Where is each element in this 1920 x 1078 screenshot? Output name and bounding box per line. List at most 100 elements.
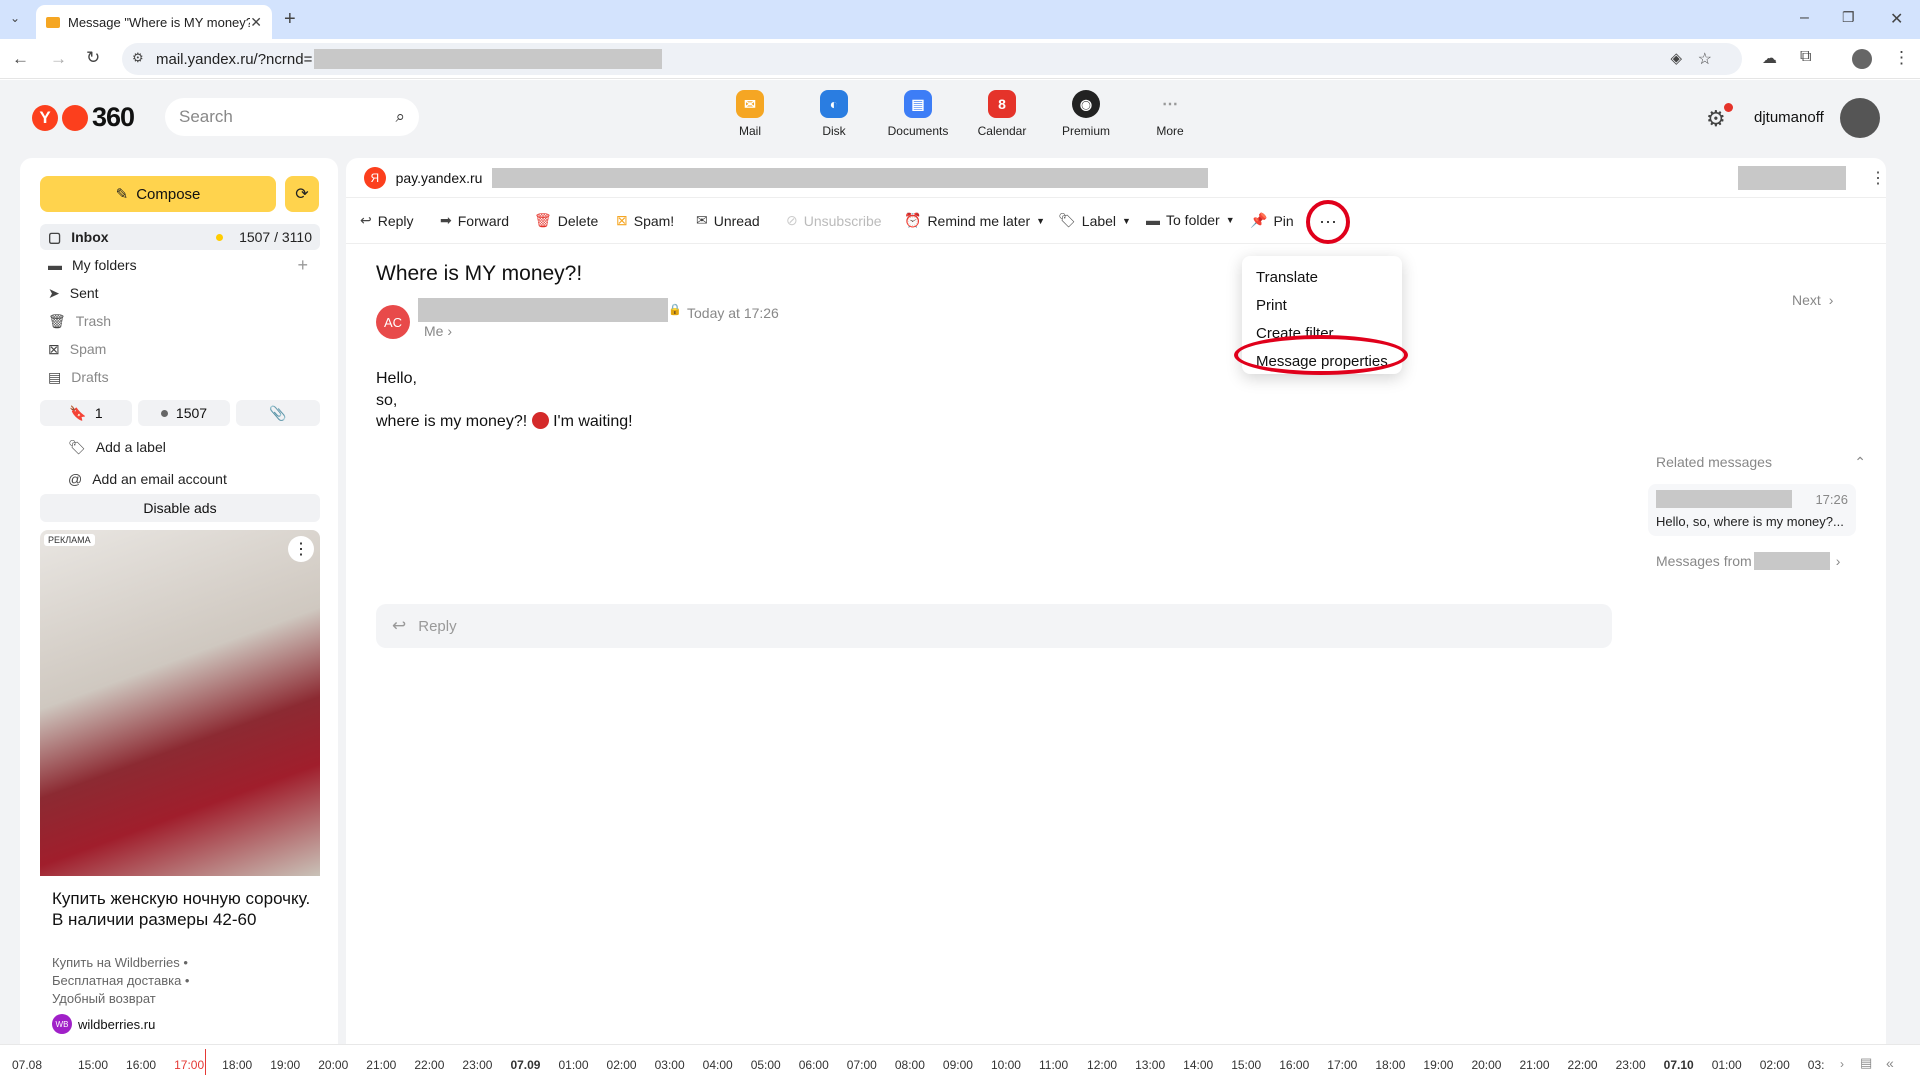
address-bar[interactable]: ⚙ mail.yandex.ru/?ncrnd= ☆ ◈ [122, 43, 1742, 75]
timeline-tick[interactable]: 01:00 [1712, 1058, 1742, 1072]
add-label-link[interactable]: 🏷 Add a label [60, 434, 338, 460]
yandex-360-logo[interactable]: Y 360 [32, 102, 135, 133]
timeline-tick[interactable]: 07.09 [510, 1058, 540, 1072]
service-more[interactable]: ⋯ More [1130, 90, 1210, 146]
messages-from-link[interactable]: Messages from › [1656, 552, 1866, 570]
sidebar-item-spam[interactable]: ⊠ Spam [40, 336, 320, 362]
unread-button[interactable]: ✉ Unread [696, 212, 760, 229]
ad-domain[interactable]: WB wildberries.ru [52, 1014, 155, 1034]
to-folder-button[interactable]: ▬ To folder ▼ [1146, 212, 1235, 228]
timeline-tick[interactable]: 11:00 [1039, 1058, 1068, 1072]
timeline-tick[interactable]: 16:00 [126, 1058, 156, 1072]
timeline-tick[interactable]: 03: [1808, 1058, 1825, 1072]
timeline-tick[interactable]: 23:00 [462, 1058, 492, 1072]
timeline-tick[interactable]: 12:00 [1087, 1058, 1117, 1072]
user-avatar[interactable] [1840, 98, 1880, 138]
timeline-tick[interactable]: 04:00 [703, 1058, 733, 1072]
timeline-tick[interactable]: 14:00 [1183, 1058, 1213, 1072]
refresh-button[interactable]: ⟳ [285, 176, 319, 212]
disable-ads-button[interactable]: Disable ads [40, 494, 320, 522]
more-actions-button[interactable]: ⋯ [1306, 200, 1350, 244]
forward-button[interactable]: ➡ Forward [440, 212, 509, 229]
reload-icon[interactable]: ↻ [86, 48, 100, 68]
reply-button[interactable]: ↩ Reply [360, 212, 414, 229]
timeline-tick[interactable]: 07.08 [12, 1058, 42, 1072]
timeline-tick[interactable]: 21:00 [366, 1058, 396, 1072]
sender-avatar[interactable]: AC [376, 305, 410, 339]
menu-item-print[interactable]: Print [1242, 292, 1402, 320]
menu-item-translate[interactable]: Translate [1242, 264, 1402, 292]
window-close-icon[interactable]: ✕ [1890, 9, 1903, 29]
minimize-icon[interactable]: – [1800, 9, 1809, 27]
username[interactable]: djtumanoff [1754, 109, 1824, 126]
next-message-link[interactable]: Next › [1792, 292, 1833, 308]
timeline-tick[interactable]: 18:00 [1375, 1058, 1405, 1072]
timeline-next-icon[interactable]: › [1840, 1057, 1844, 1071]
related-message-item[interactable]: 17:26 Hello, so, where is my money?... [1648, 484, 1856, 536]
timeline-tick[interactable]: 20:00 [318, 1058, 348, 1072]
browser-menu-icon[interactable]: ⋮ [1893, 48, 1910, 68]
timeline-tick[interactable]: 02:00 [607, 1058, 637, 1072]
message-menu-icon[interactable]: ⋮ [1870, 168, 1886, 188]
add-email-account-link[interactable]: @ Add an email account [60, 466, 338, 492]
timeline-tick[interactable]: 03:00 [655, 1058, 685, 1072]
sidebar-item-sent[interactable]: ➤ Sent [40, 280, 320, 306]
tab-list-icon[interactable]: ⌄ [10, 11, 20, 25]
sender-domain[interactable]: pay.yandex.ru [396, 170, 483, 186]
timeline-tick[interactable]: 02:00 [1760, 1058, 1790, 1072]
service-mail[interactable]: ✉ Mail [710, 90, 790, 146]
timeline-tick[interactable]: 07:00 [847, 1058, 877, 1072]
timeline-tick[interactable]: 10:00 [991, 1058, 1021, 1072]
timeline-tick[interactable]: 16:00 [1279, 1058, 1309, 1072]
timeline-tick[interactable]: 15:00 [1231, 1058, 1261, 1072]
forward-icon[interactable]: → [50, 49, 67, 69]
timeline-tick[interactable]: 01:00 [559, 1058, 589, 1072]
browser-tab[interactable]: Message "Where is MY money?! ✕ [36, 5, 272, 39]
service-calendar[interactable]: 8 Calendar [962, 90, 1042, 146]
ad-image[interactable]: РЕКЛАМА ⋮ [40, 530, 320, 876]
timeline-tick[interactable]: 20:00 [1471, 1058, 1501, 1072]
timeline-tick[interactable]: 19:00 [1423, 1058, 1453, 1072]
sidebar-item-drafts[interactable]: ▤ Drafts [40, 364, 320, 390]
timeline-tick[interactable]: 22:00 [1568, 1058, 1598, 1072]
spam-button[interactable]: ⊠ Spam! [616, 212, 674, 229]
search-input[interactable]: Search ⌕ [165, 98, 419, 136]
bookmarked-filter-chip[interactable]: 🔖 1 [40, 400, 132, 426]
restore-icon[interactable]: ❐ [1842, 9, 1855, 26]
ad-title[interactable]: Купить женскую ночную сорочку. В наличии… [52, 888, 312, 930]
search-icon[interactable]: ⌕ [395, 107, 405, 127]
quick-reply-box[interactable]: ↩ Reply [376, 604, 1612, 648]
timeline-tick[interactable]: 08:00 [895, 1058, 925, 1072]
service-documents[interactable]: ▤ Documents [878, 90, 958, 146]
unsubscribe-button[interactable]: ⊘ Unsubscribe [786, 212, 882, 229]
back-icon[interactable]: ← [12, 49, 29, 69]
related-header[interactable]: Related messages ⌃ [1656, 454, 1866, 471]
timeline-calendar-icon[interactable]: ▤ [1860, 1055, 1872, 1071]
remind-later-button[interactable]: ⏰ Remind me later ▼ [904, 212, 1045, 229]
timeline-tick[interactable]: 09:00 [943, 1058, 973, 1072]
close-tab-icon[interactable]: ✕ [250, 14, 262, 31]
compose-button[interactable]: ✎ Compose [40, 176, 276, 212]
timeline-tick[interactable]: 05:00 [751, 1058, 781, 1072]
unread-filter-chip[interactable]: 1507 [138, 400, 230, 426]
sidebar-item-inbox[interactable]: ▢ Inbox 1507 / 3110 [40, 224, 320, 250]
timeline-tick[interactable]: 17:00 [1327, 1058, 1357, 1072]
service-disk[interactable]: ◐ Disk [794, 90, 874, 146]
label-button[interactable]: 🏷 Label ▼ [1058, 212, 1131, 229]
timeline-tick[interactable]: 15:00 [78, 1058, 108, 1072]
timeline-tick[interactable]: 13:00 [1135, 1058, 1165, 1072]
tracking-icon[interactable]: ◈ [1670, 49, 1682, 67]
sidebar-item-trash[interactable]: 🗑 Trash [40, 308, 320, 334]
pin-button[interactable]: 📌 Pin [1250, 212, 1294, 229]
timeline-tick[interactable]: 17:00 [174, 1058, 204, 1072]
sidebar-item-my-folders[interactable]: ▬ My folders + [40, 252, 320, 278]
settings-gear-icon[interactable]: ⚙ [1706, 106, 1726, 132]
timeline-tick[interactable]: 06:00 [799, 1058, 829, 1072]
timeline-tick[interactable]: 07.10 [1664, 1058, 1694, 1072]
timeline-tick[interactable]: 19:00 [270, 1058, 300, 1072]
timeline-tick[interactable]: 21:00 [1520, 1058, 1550, 1072]
timeline-tick[interactable]: 18:00 [222, 1058, 252, 1072]
extensions-icon[interactable]: ⧉ [1800, 48, 1811, 66]
bookmark-star-icon[interactable]: ☆ [1698, 49, 1712, 69]
add-folder-icon[interactable]: + [297, 255, 308, 276]
